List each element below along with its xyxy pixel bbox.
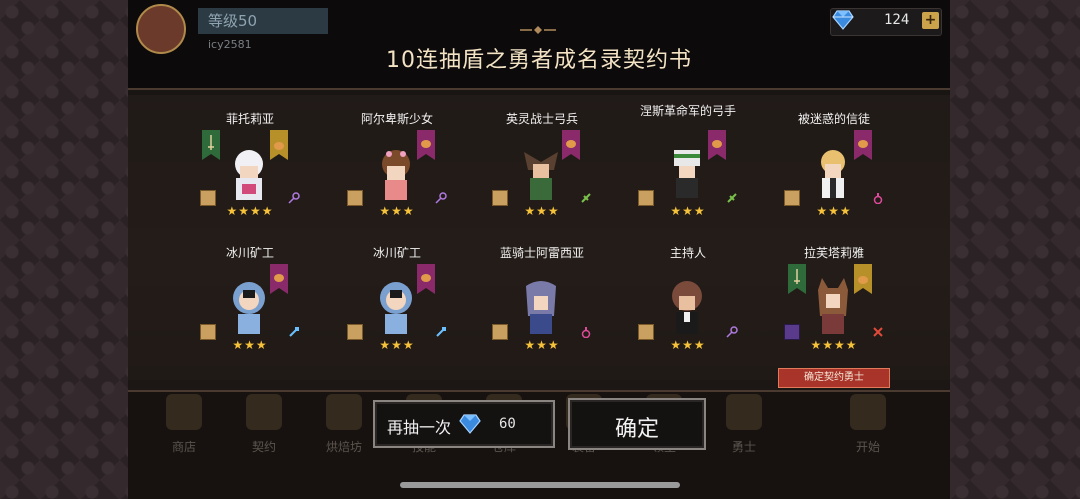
hero-sprite	[526, 281, 556, 334]
star-rating: ★★★★	[226, 204, 274, 218]
hero-name: 被迷惑的信徒	[797, 112, 870, 126]
hero-card[interactable]: 蓝骑士阿雷西亚 ★★★	[472, 246, 612, 376]
dialog-title: 10连抽盾之勇者成名录契约书	[386, 48, 692, 73]
add-gems-button[interactable]: +	[922, 12, 939, 29]
bakery-icon	[326, 394, 362, 430]
start-icon	[850, 394, 886, 430]
nav-contract[interactable]: 契约	[234, 390, 294, 460]
star-rating: ★★★	[670, 338, 706, 352]
leaf-icon	[581, 193, 591, 203]
confirm-button[interactable]: 确定	[568, 398, 706, 450]
key-icon	[435, 192, 447, 204]
hero-sprite	[233, 282, 265, 334]
key-icon	[726, 326, 738, 338]
hero-sprite	[672, 281, 702, 334]
hero-card[interactable]: 英灵战士弓兵 ★★★	[472, 112, 612, 242]
hero-card[interactable]: 冰川矿工 ★★★	[327, 246, 467, 376]
hero-sprite	[235, 150, 263, 200]
hero-card[interactable]: 主持人 ★★★	[618, 246, 758, 376]
confirmed-hero-tag: 确定契约勇士	[778, 368, 890, 388]
hero-sprite	[818, 278, 848, 334]
diamond-icon	[459, 414, 481, 434]
sword-icon	[873, 327, 883, 337]
hero-card[interactable]: 被迷惑的信徒 ★★★	[764, 112, 904, 242]
player-level: 等级50	[208, 12, 258, 30]
sword-banner-icon	[202, 130, 220, 160]
hero-card[interactable]: 阿尔卑斯少女 ★★★	[327, 112, 467, 242]
sword-banner-icon	[788, 264, 806, 294]
key-icon	[288, 192, 300, 204]
hero-sprite	[524, 152, 558, 200]
potion-icon	[581, 327, 591, 338]
diamond-icon	[832, 10, 854, 30]
star-rating: ★★★★	[810, 338, 858, 352]
hero-card[interactable]: 涅斯革命军的弓手 ★★★	[618, 104, 758, 234]
leaf-icon	[727, 193, 737, 203]
star-rating: ★★★	[232, 338, 268, 352]
hero-name: 蓝骑士阿雷西亚	[499, 246, 584, 260]
right-side-ornament	[950, 0, 1080, 499]
hero-name: 冰川矿工	[225, 246, 274, 260]
star-rating: ★★★	[524, 338, 560, 352]
star-rating: ★★★	[670, 204, 706, 218]
system-home-indicator[interactable]	[400, 482, 680, 488]
star-rating: ★★★	[816, 204, 852, 218]
star-rating: ★★★	[379, 204, 415, 218]
hero-name: 英灵战士弓兵	[505, 112, 578, 126]
nav-shop[interactable]: 商店	[154, 390, 214, 460]
star-rating: ★★★	[524, 204, 560, 218]
hero-name: 阿尔卑斯少女	[360, 112, 433, 126]
hero-sprite	[674, 150, 700, 198]
hero-name: 菲托莉亚	[225, 112, 274, 126]
draw-again-cost: 60	[499, 416, 516, 432]
title-ornament-icon	[520, 26, 556, 34]
hero-sprite	[380, 282, 412, 334]
draw-again-button[interactable]: 再抽一次 60	[373, 400, 555, 448]
draw-again-label: 再抽一次	[387, 418, 452, 437]
hero-card[interactable]: 菲托莉亚 ★★★★	[180, 112, 320, 242]
contract-icon	[246, 394, 282, 430]
hero-sprite	[821, 150, 845, 198]
hero-name: 拉芙塔莉雅	[803, 246, 864, 260]
left-side-ornament	[0, 0, 128, 499]
hero-card[interactable]: 拉芙塔莉雅 ★★★★	[764, 246, 904, 376]
nav-heroes[interactable]: 勇士	[714, 390, 774, 460]
heroes-icon	[726, 394, 762, 430]
hero-name: 冰川矿工	[372, 246, 421, 260]
hero-card[interactable]: 冰川矿工 ★★★	[180, 246, 320, 376]
shop-icon	[166, 394, 202, 430]
hero-sprite	[382, 150, 410, 200]
confirm-label: 确定	[614, 417, 659, 442]
hero-name: 涅斯革命军的弓手	[639, 104, 736, 118]
gem-count: 124	[884, 12, 910, 28]
star-rating: ★★★	[379, 338, 415, 352]
nav-bakery[interactable]: 烘焙坊	[314, 390, 374, 460]
nav-start[interactable]: 开始	[838, 390, 898, 460]
ice-icon	[289, 327, 299, 337]
hero-name: 主持人	[669, 246, 706, 260]
ice-icon	[436, 327, 446, 337]
game-screen: 等级50 icy2581 124 + 10连抽盾之勇者成名录契约书 菲托莉亚 ★…	[128, 0, 950, 499]
potion-icon	[873, 193, 883, 204]
